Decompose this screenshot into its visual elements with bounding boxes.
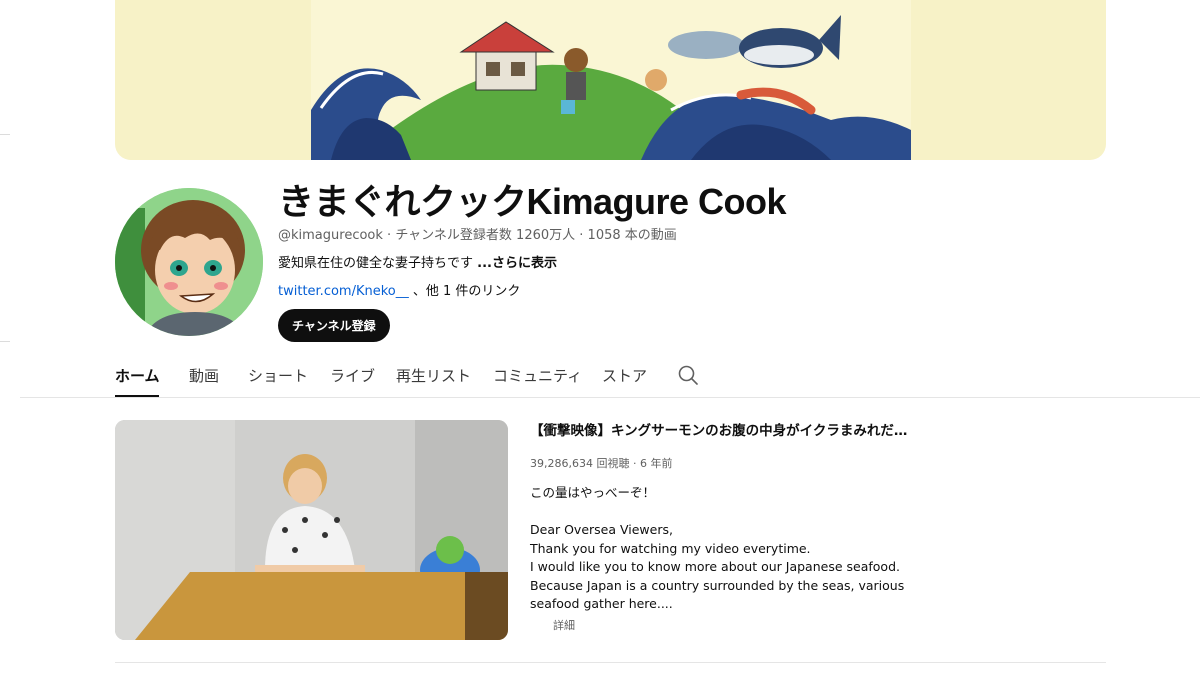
description-line: I would like you to know more about our … (530, 559, 900, 574)
description-line: seafood gather here.... (530, 596, 673, 611)
tab-live[interactable]: ライブ (330, 365, 375, 386)
view-count: 39,286,634 回視聴 (530, 457, 630, 470)
channel-avatar[interactable] (115, 188, 263, 336)
subscribe-button[interactable]: チャンネル登録 (278, 309, 390, 342)
channel-links: twitter.com/Kneko__ 、他 1 件のリンク (278, 280, 520, 299)
tab-community[interactable]: コミュニティ (493, 365, 582, 386)
channel-banner (115, 0, 1106, 160)
meta-separator: · (579, 228, 588, 243)
meta-separator: · (632, 457, 640, 470)
description-line: Dear Oversea Viewers, (530, 522, 673, 537)
edge-divider (0, 341, 10, 342)
show-more-link[interactable]: ...さらに表示 (477, 256, 557, 271)
featured-video-meta: 39,286,634 回視聴 · 6 年前 (530, 455, 672, 471)
thumbnail-image (115, 420, 508, 640)
tab-playlists[interactable]: 再生リスト (396, 365, 471, 386)
description-line: この量はやっべーぞ！ (530, 485, 656, 500)
video-count: 1058 本の動画 (587, 228, 677, 243)
description-line: Because Japan is a country surrounded by… (530, 577, 905, 593)
edge-divider (0, 134, 10, 135)
avatar-illustration (115, 188, 263, 336)
tab-store[interactable]: ストア (602, 365, 647, 386)
section-divider (115, 662, 1106, 663)
channel-page: きまぐれクックKimagure Cook @kimagurecook · チャン… (0, 0, 1200, 675)
tab-videos[interactable]: 動画 (189, 365, 219, 386)
details-link[interactable]: 詳細 (553, 617, 575, 633)
banner-illustration (311, 0, 911, 160)
description-line (530, 503, 904, 522)
channel-name: きまぐれクックKimagure Cook (278, 181, 787, 222)
featured-video-description: この量はやっべーぞ！ Dear Oversea Viewers, Thank y… (530, 484, 904, 614)
featured-video-thumbnail[interactable] (115, 420, 508, 640)
featured-video-title[interactable]: 【衝撃映像】キングサーモンのお腹の中身がイクラまみれだ… (530, 419, 907, 439)
twitter-link[interactable]: twitter.com/Kneko__ (278, 284, 409, 299)
channel-handle: @kimagurecook (278, 228, 383, 243)
tab-shorts[interactable]: ショート (248, 365, 308, 386)
subscriber-count: チャンネル登録者数 1260万人 (395, 228, 576, 243)
channel-meta: @kimagurecook · チャンネル登録者数 1260万人 · 1058 … (278, 224, 677, 243)
description-text: 愛知県在住の健全な妻子持ちです (278, 256, 474, 271)
channel-description[interactable]: 愛知県在住の健全な妻子持ちです ...さらに表示 (278, 252, 557, 271)
description-line: Thank you for watching my video everytim… (530, 540, 811, 556)
search-icon[interactable] (677, 364, 699, 386)
tab-home[interactable]: ホーム (115, 365, 160, 386)
tabs-divider (20, 397, 1200, 398)
video-age: 6 年前 (639, 457, 673, 470)
other-links-link[interactable]: 、他 1 件のリンク (413, 284, 521, 299)
